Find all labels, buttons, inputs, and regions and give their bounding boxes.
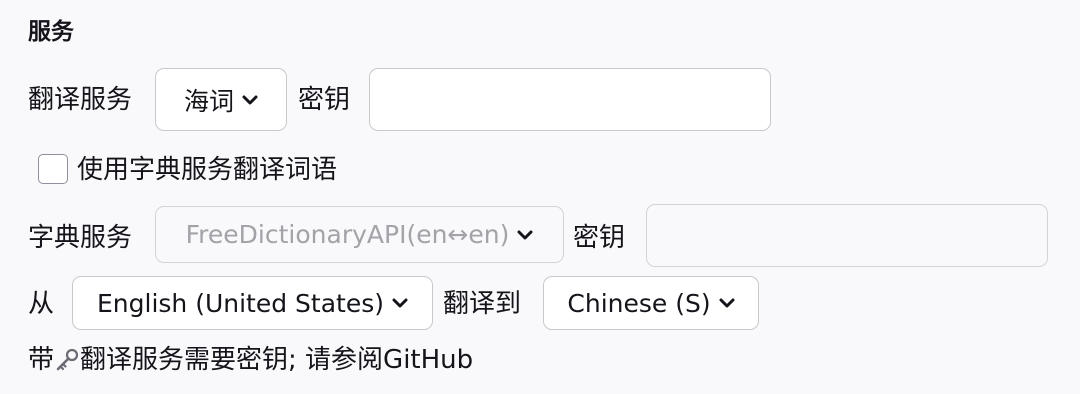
to-language-select[interactable]: Chinese (S) (543, 276, 759, 330)
dictionary-service-value: FreeDictionaryAPI(en↔en) (185, 220, 510, 249)
dictionary-service-label: 字典服务 (28, 223, 133, 253)
use-dictionary-checkbox[interactable] (38, 154, 68, 184)
dictionary-service-select: FreeDictionaryAPI(en↔en) (155, 206, 564, 263)
chevron-down-icon (719, 298, 735, 308)
translation-service-value: 海词 (183, 86, 234, 116)
chevron-down-icon (392, 298, 408, 308)
key-icon (56, 348, 79, 371)
translation-key-input[interactable] (369, 68, 771, 131)
to-language-value: Chinese (S) (567, 288, 711, 318)
section-title: 服务 (28, 19, 74, 45)
api-key-note: 带 翻译服务需要密钥; 请参阅GitHub (28, 342, 473, 378)
translation-service-select[interactable]: 海词 (155, 68, 287, 131)
note-text[interactable]: 翻译服务需要密钥; 请参阅GitHub (80, 342, 473, 378)
use-dictionary-label[interactable]: 使用字典服务翻译词语 (77, 152, 337, 188)
to-language-label: 翻译到 (443, 289, 522, 319)
translation-service-label: 翻译服务 (28, 85, 133, 115)
from-language-select[interactable]: English (United States) (72, 276, 433, 330)
note-prefix: 带 (28, 345, 55, 375)
dictionary-key-input (646, 204, 1048, 267)
translation-key-label: 密钥 (298, 85, 351, 115)
chevron-down-icon (517, 230, 533, 239)
chevron-down-icon (242, 95, 258, 104)
from-language-label: 从 (28, 289, 55, 319)
from-language-value: English (United States) (96, 288, 384, 318)
dictionary-key-label: 密钥 (573, 223, 626, 253)
